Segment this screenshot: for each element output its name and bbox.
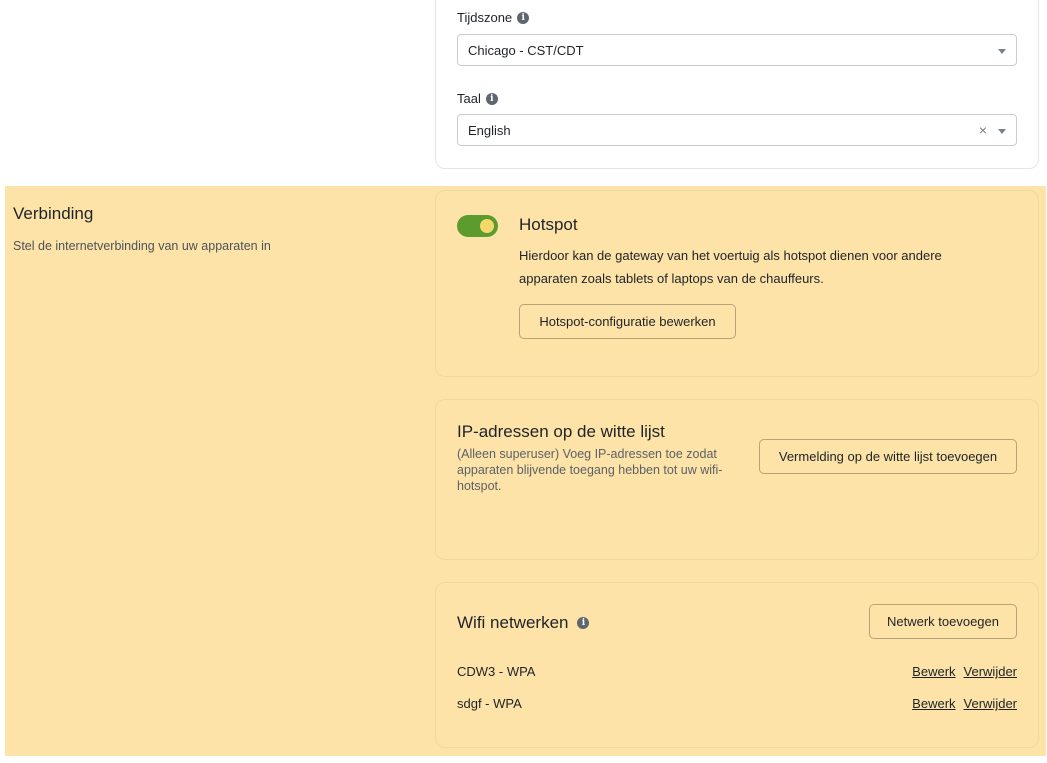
edit-hotspot-config-button[interactable]: Hotspot-configuratie bewerken (519, 304, 736, 339)
wifi-networks-title: Wifi netwerken i (457, 613, 590, 633)
language-select[interactable]: English × (457, 114, 1017, 146)
network-name: CDW3 - WPA (457, 664, 536, 679)
row-actions: Bewerk Verwijder (912, 664, 1017, 679)
language-label-text: Taal (457, 91, 481, 106)
timezone-label-text: Tijdszone (457, 10, 513, 25)
timezone-value: Chicago - CST/CDT (468, 42, 584, 58)
info-icon[interactable]: i (485, 92, 498, 105)
delete-network-link[interactable]: Verwijder (964, 664, 1017, 679)
add-whitelist-entry-button[interactable]: Vermelding op de witte lijst toevoegen (759, 439, 1017, 474)
list-item: sdgf - WPA Bewerk Verwijder (457, 696, 1017, 716)
toggle-knob (480, 219, 494, 233)
edit-network-link[interactable]: Bewerk (912, 696, 955, 711)
hotspot-toggle[interactable] (457, 215, 498, 237)
section-subtitle: Stel de internetverbinding van uw appara… (13, 239, 271, 253)
add-network-button[interactable]: Netwerk toevoegen (869, 604, 1017, 639)
wifi-title-text: Wifi netwerken (457, 613, 569, 632)
hotspot-description: Hierdoor kan de gateway van het voertuig… (519, 248, 942, 286)
info-icon[interactable]: i (517, 11, 530, 24)
section-title: Verbinding (13, 204, 94, 223)
list-item: CDW3 - WPA Bewerk Verwijder (457, 664, 1017, 684)
language-value: English (468, 122, 511, 138)
timezone-select[interactable]: Chicago - CST/CDT (457, 34, 1017, 66)
hotspot-title: Hotspot (519, 215, 578, 234)
ip-whitelist-title: IP-adressen op de witte lijst (457, 422, 665, 441)
chevron-down-icon[interactable] (998, 129, 1006, 134)
timezone-label: Tijdszone i (457, 10, 530, 25)
info-icon[interactable]: i (577, 617, 590, 629)
delete-network-link[interactable]: Verwijder (964, 696, 1017, 711)
row-actions: Bewerk Verwijder (912, 696, 1017, 711)
network-name: sdgf - WPA (457, 696, 522, 711)
chevron-down-icon[interactable] (998, 49, 1006, 54)
ip-whitelist-description: (Alleen superuser) Voeg IP-adressen toe … (457, 447, 723, 493)
clear-icon[interactable]: × (979, 122, 987, 138)
edit-network-link[interactable]: Bewerk (912, 664, 955, 679)
language-label: Taal i (457, 91, 498, 106)
